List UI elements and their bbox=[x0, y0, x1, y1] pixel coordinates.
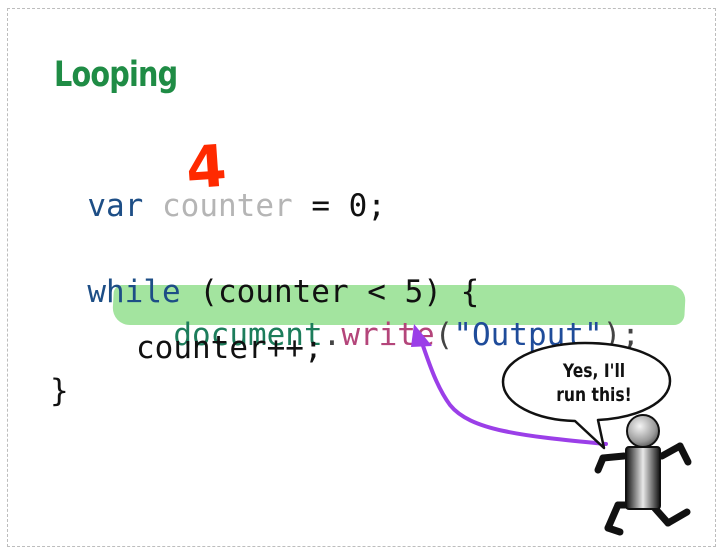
stick-figure-icon bbox=[594, 414, 692, 536]
arrow-head-icon bbox=[411, 324, 432, 347]
counter-value-annotation: 4 bbox=[183, 131, 229, 203]
annotation-layer bbox=[411, 324, 692, 536]
speech-bubble-text: Yes, I'll run this! bbox=[556, 360, 632, 406]
